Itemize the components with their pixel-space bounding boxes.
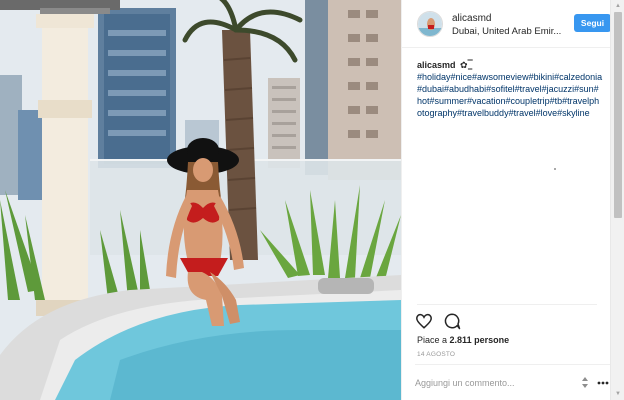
likes-suffix: persone [474, 335, 510, 345]
comment-input[interactable] [415, 375, 575, 391]
scroll-up-arrow-icon[interactable]: ▲ [611, 0, 624, 12]
comment-divider [415, 364, 610, 365]
header-username[interactable]: alicasmd [452, 13, 491, 24]
post-photo[interactable] [0, 0, 401, 400]
flower-emoji: ✿ ͇̿ [460, 60, 471, 70]
ellipsis-icon[interactable] [597, 381, 609, 385]
scrollbar[interactable]: ▲ ▼ [610, 0, 624, 400]
scroll-thumb[interactable] [614, 12, 622, 218]
heart-icon[interactable] [415, 312, 433, 330]
avatar[interactable] [417, 11, 443, 37]
post-header: alicasmd Dubai, United Arab Emir... Segu… [402, 0, 611, 48]
stray-dot [554, 168, 556, 170]
comment-icon[interactable] [443, 312, 461, 330]
post-date: 14 AGOSTO [417, 351, 456, 358]
location-link[interactable]: Dubai, United Arab Emir... [452, 26, 567, 37]
scroll-down-arrow-icon[interactable]: ▼ [611, 388, 624, 400]
follow-button[interactable]: Segui [574, 14, 611, 32]
caption-user-line: alicasmd ✿ ͇̿ [417, 59, 603, 71]
likes-prefix: Piace a [417, 335, 448, 345]
up-down-arrows-icon[interactable] [580, 377, 590, 388]
caption-username[interactable]: alicasmd [417, 60, 456, 70]
caption: alicasmd ✿ ͇̿ #holiday#nice#awsomeview#b… [417, 59, 603, 119]
likes-number: 2.811 [449, 335, 472, 345]
caption-hashtags[interactable]: #holiday#nice#awsomeview#bikini#calzedon… [417, 71, 603, 119]
actions-divider [417, 304, 597, 305]
avatar-image [418, 12, 442, 36]
post-photo-image [0, 0, 401, 400]
likes-count[interactable]: Piace a 2.811 persone [417, 335, 509, 345]
